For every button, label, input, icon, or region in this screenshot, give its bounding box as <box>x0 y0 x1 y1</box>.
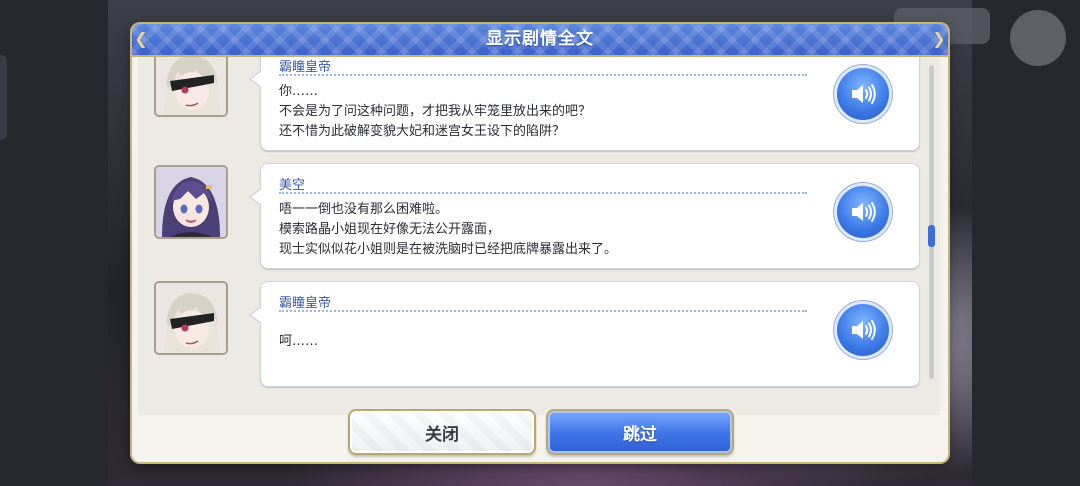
play-voice-button[interactable] <box>837 186 889 238</box>
dialog-header: ❮ ❯ 显示剧情全文 <box>132 24 948 57</box>
scrollbar-track[interactable] <box>929 65 934 379</box>
name-divider <box>279 74 807 76</box>
character-portrait-icon <box>154 57 228 117</box>
story-log-dialog: ❮ ❯ 显示剧情全文 霸瞳皇帝 你…… 不会是为了问这种问题，才把我从牢笼里放出… <box>132 24 948 462</box>
character-portrait-icon <box>154 281 228 355</box>
speaker-name: 美空 <box>279 178 306 193</box>
name-divider <box>279 310 807 312</box>
dialogue-bubble: 霸瞳皇帝 你…… 不会是为了问这种问题，才把我从牢笼里放出来的吧？ 还不惜为此破… <box>249 57 920 151</box>
speaker-icon <box>852 202 876 222</box>
dialogue-text: 呵…… <box>279 332 819 352</box>
dialogue-text: 唔一一倒也没有那么困难啦。 模索路晶小姐现在好像无法公开露面， 现士实似似花小姐… <box>279 200 819 260</box>
story-log-list[interactable]: 霸瞳皇帝 你…… 不会是为了问这种问题，才把我从牢笼里放出来的吧？ 还不惜为此破… <box>138 57 940 415</box>
story-log-entry: 霸瞳皇帝 呵…… <box>138 281 940 393</box>
dialogue-line: 你…… <box>279 84 319 99</box>
speaker-name: 霸瞳皇帝 <box>279 60 332 75</box>
dialogue-bubble: 霸瞳皇帝 呵…… <box>249 281 920 387</box>
speaker-name: 霸瞳皇帝 <box>279 296 332 311</box>
letterbox-right <box>972 0 1080 486</box>
play-voice-button[interactable] <box>837 68 889 120</box>
story-log-entry: 霸瞳皇帝 你…… 不会是为了问这种问题，才把我从牢笼里放出来的吧？ 还不惜为此破… <box>138 57 940 157</box>
dialogue-line: 模索路晶小姐现在好像无法公开露面， <box>279 222 501 237</box>
dialogue-line: 现士实似似花小姐则是在被洗脑时已经把底牌暴露出来了。 <box>279 242 618 257</box>
dialogue-line: 呵…… <box>279 334 319 349</box>
dialogue-line: 唔一一倒也没有那么困难啦。 <box>279 202 449 217</box>
dialogue-line: 不会是为了问这种问题，才把我从牢笼里放出来的吧？ <box>279 104 592 119</box>
story-log-entry: 美空 唔一一倒也没有那么困难啦。 模索路晶小姐现在好像无法公开露面， 现士实似似… <box>138 163 940 275</box>
speaker-icon <box>852 84 876 104</box>
name-divider <box>279 192 807 194</box>
dialogue-bubble: 美空 唔一一倒也没有那么困难啦。 模索路晶小姐现在好像无法公开露面， 现士实似似… <box>249 163 920 269</box>
edge-handle[interactable] <box>0 55 7 140</box>
dialog-title: 显示剧情全文 <box>486 29 594 49</box>
scene-round-button <box>1010 10 1066 66</box>
speaker-icon <box>852 320 876 340</box>
scrollbar-thumb[interactable] <box>928 225 935 247</box>
skip-button[interactable]: 跳过 <box>546 409 734 455</box>
dialog-footer: 关闭 跳过 <box>132 409 948 462</box>
letterbox-left <box>0 0 108 486</box>
dialogue-text: 你…… 不会是为了问这种问题，才把我从牢笼里放出来的吧？ 还不惜为此破解变貌大妃… <box>279 82 819 142</box>
character-portrait-icon <box>154 165 228 239</box>
play-voice-button[interactable] <box>837 304 889 356</box>
close-button[interactable]: 关闭 <box>348 409 536 455</box>
dialogue-line: 还不惜为此破解变貌大妃和迷宫女王设下的陷阱？ <box>279 124 566 139</box>
